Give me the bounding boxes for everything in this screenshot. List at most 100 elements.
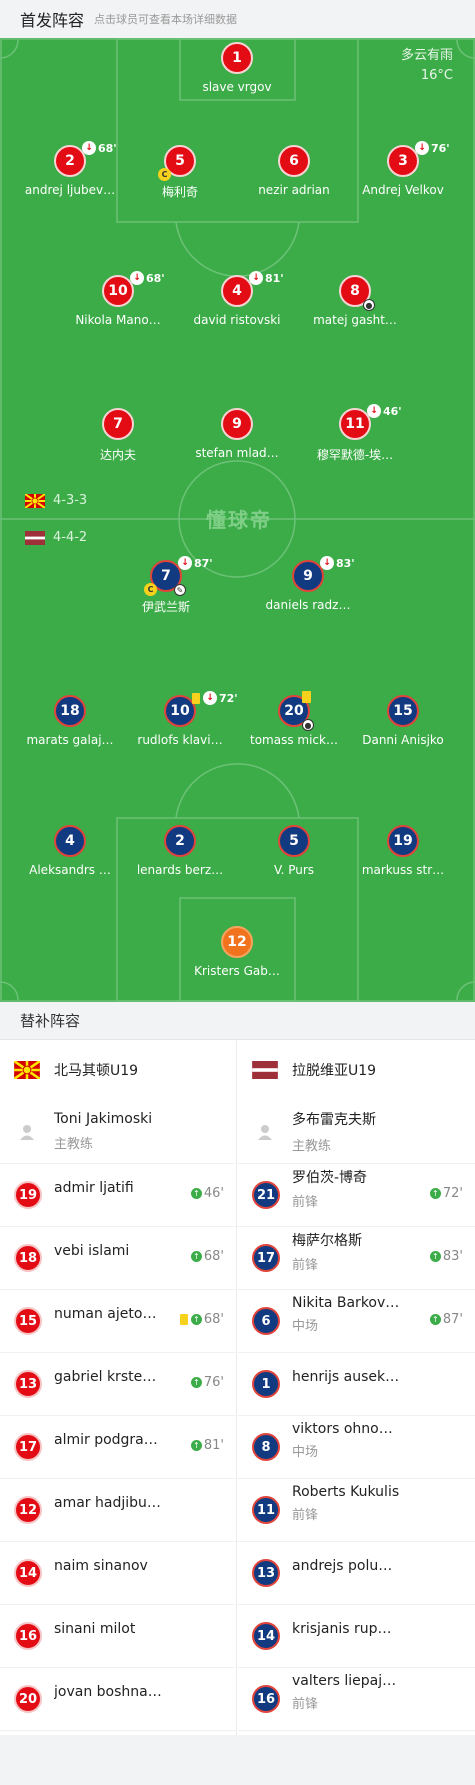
sub-position: 中场 [292,1318,319,1334]
sub-row[interactable]: 13 gabriel krstev… ↑ 76' [0,1353,236,1416]
sub-in-icon: ↑ [190,1188,202,1199]
coach-name: 多布雷克夫斯 [292,1112,376,1128]
player-name: slave vrgov [202,80,272,94]
shirt-number: 2 [164,825,196,857]
shirt-number: 6 [278,145,310,177]
sub-number: 17 [252,1244,280,1272]
shirt-number: 10 [170,703,190,719]
sub-row[interactable]: 14 naim sinanov [0,1542,236,1605]
away-player-9[interactable]: 9 ↓ 83' daniels radz… [248,556,368,612]
sub-row[interactable]: 13 andrejs poluh… [238,1542,475,1605]
home-formation: 4-3-3 [25,493,87,508]
home-player-11[interactable]: 11 ↓ 46' 穆罕默德-埃… [295,404,415,463]
shirt-number: 3 [398,153,408,169]
sub-in-icon: ↑ [429,1314,441,1325]
away-player-19[interactable]: 19 markuss str… [343,825,463,877]
sub-in-indicator: ↑ 87' [429,1312,463,1327]
sub-row[interactable]: 11 Roberts Kukulis 前锋 [238,1479,475,1542]
home-player-10[interactable]: 10 ↓ 68' Nikola Mano… [58,271,178,327]
sub-row[interactable]: 14 krisjanis rupeiks [238,1605,475,1668]
player-name: stefan mlad… [195,446,279,460]
away-player-2[interactable]: 2 lenards berz… [120,825,240,877]
sub-name: sinani milot [54,1621,136,1637]
sub-out-indicator: ↓ 68' [82,141,117,155]
sub-in-indicator: ↑ 81' [190,1438,224,1453]
home-player-5[interactable]: 5 C 梅利奇 [120,145,240,200]
home-player-8[interactable]: 8 ● matej gasht… [295,275,415,327]
sub-out-indicator: ↓ 68' [130,271,165,285]
sub-in-minute: 68' [203,1249,224,1264]
sub-name: viktors ohnov… [292,1420,400,1437]
away-player-20[interactable]: 20 ● tomass mick… [234,691,354,747]
sub-row[interactable]: 17 梅萨尔格斯 前锋 ↑ 83' [238,1227,475,1290]
sub-row[interactable]: 19 admir ljatifi ↑ 46' [0,1164,236,1227]
player-name: rudlofs klavi… [137,733,223,747]
away-player-10[interactable]: 10 ↓ 72' rudlofs klavi… [120,691,240,747]
home-team-name: 北马其顿U19 [54,1063,139,1079]
away-player-7[interactable]: 7 ↓ 87' C ✎ 伊武兰斯 [106,556,226,615]
sub-row[interactable]: 16 sinani milot [0,1605,236,1668]
sub-row[interactable]: 8 viktors ohnov… 中场 [238,1416,475,1479]
sub-number: 19 [14,1181,42,1209]
sub-row[interactable]: 15 numan ajetovikj ↑ 68' [0,1290,236,1353]
away-player-15[interactable]: 15 Danni Anisjko [343,695,463,747]
home-player-6[interactable]: 6 nezir adrian [234,145,354,197]
sub-number: 1 [252,1370,280,1398]
home-player-2[interactable]: 2 ↓ 68' andrej ljubev… [10,141,130,197]
away-team-name: 拉脱维亚U19 [292,1063,377,1079]
home-player-7[interactable]: 7 达内夫 [58,408,178,463]
shirt-number: 18 [54,695,86,727]
shirt-number: 7 [161,568,171,584]
sub-number: 12 [14,1496,42,1524]
sub-number: 14 [252,1622,280,1650]
sub-number: 14 [14,1559,42,1587]
away-player-12[interactable]: 12 Kristers Gab… [177,926,297,978]
sub-out-icon: ↓ [415,141,429,155]
home-coach[interactable]: Toni Jakimoski 主教练 [0,1100,236,1164]
away-formation-label: 4-4-2 [53,530,88,545]
sub-number: 15 [14,1307,42,1335]
sub-row[interactable]: 12 amar hadjibulikj [0,1479,236,1542]
sub-in-minute: 81' [203,1438,224,1453]
shirt-number: 5 [278,825,310,857]
sub-name: krisjanis rupeiks [292,1621,400,1637]
player-name: V. Purs [273,863,315,877]
sub-row[interactable]: 16 valters liepajn… 前锋 [238,1668,475,1731]
sub-name: vebi islami [54,1243,130,1259]
sub-row[interactable]: 6 Nikita Barkov… 中场 ↑ 87' [238,1290,475,1353]
sub-row[interactable]: 18 vebi islami ↑ 68' [0,1227,236,1290]
home-player-3[interactable]: 3 ↓ 76' Andrej Velkov [343,141,463,197]
sub-row[interactable]: 21 罗伯茨-博奇 前锋 ↑ 72' [238,1164,475,1227]
shirt-number: 9 [221,408,253,440]
player-name: markuss str… [361,863,445,877]
player-name: 伊武兰斯 [141,600,190,614]
home-player-1[interactable]: 1 slave vrgov [177,42,297,94]
sub-in-indicator: ↑ 72' [429,1186,463,1201]
player-name: andrej ljubev… [24,183,116,197]
sub-position: 前锋 [292,1257,319,1273]
home-player-4[interactable]: 4 ↓ 81' david ristovski [177,271,297,327]
sub-row[interactable]: 1 henrijs auseklis [238,1353,475,1416]
sub-name: amar hadjibulikj [54,1495,162,1511]
away-player-5[interactable]: 5 V. Purs [234,825,354,877]
home-bench: 北马其顿U19 Toni Jakimoski 主教练 19 admir ljati… [0,1040,237,1735]
shirt-number: 7 [102,408,134,440]
sub-position: 前锋 [292,1507,319,1523]
home-player-9[interactable]: 9 stefan mlad… [177,408,297,460]
home-formation-label: 4-3-3 [53,493,88,508]
sub-name: valters liepajn… [292,1672,400,1689]
lineup-header: 首发阵容 点击球员可查看本场详细数据 [0,0,475,38]
sub-out-indicator: ↓ 76' [415,141,450,155]
player-name: Nikola Mano… [75,313,161,327]
sub-number: 8 [252,1433,280,1461]
away-player-18[interactable]: 18 marats galaj… [10,695,130,747]
shirt-number: 9 [303,568,313,584]
away-coach[interactable]: 多布雷克夫斯 主教练 [238,1100,475,1164]
player-name: Aleksandrs … [29,863,111,877]
sub-row[interactable]: 20 jovan boshna… [0,1668,236,1731]
sub-out-icon: ↓ [367,404,381,418]
away-player-4[interactable]: 4 Aleksandrs … [10,825,130,877]
shirt-number: 10 [108,283,128,299]
shirt-number: 20 [284,703,304,719]
sub-row[interactable]: 17 almir podgragja ↑ 81' [0,1416,236,1479]
